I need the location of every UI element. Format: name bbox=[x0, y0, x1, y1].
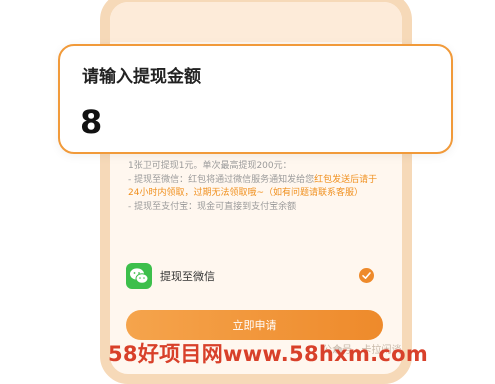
rule-line-2: - 提现至微信：红包将通过微信服务通知发给您红包发送后请于24小时内领取，过期无… bbox=[128, 174, 386, 201]
withdraw-rules: 1张卫可提现1元。单次最高提现200元： - 提现至微信：红包将通过微信服务通知… bbox=[128, 160, 386, 214]
watermark-site: 58好项目网www.58hxm.com bbox=[108, 342, 429, 366]
rule-line-2-text: - 提现至微信：红包将通过微信服务通知发给您 bbox=[128, 174, 315, 185]
amount-input-card: 请输入提现金额 bbox=[58, 44, 453, 154]
wechat-icon bbox=[126, 263, 152, 289]
check-icon[interactable] bbox=[359, 268, 374, 283]
withdraw-to-wechat-option[interactable]: 提现至微信 bbox=[124, 262, 380, 290]
apply-now-button[interactable]: 立即申请 bbox=[126, 310, 383, 340]
rule-line-3: - 提现至支付宝：现金可直接到支付宝余额 bbox=[128, 201, 297, 212]
phone-header-area bbox=[110, 2, 402, 42]
amount-input[interactable] bbox=[80, 102, 420, 142]
withdraw-option-label: 提现至微信 bbox=[160, 270, 215, 283]
rule-line-1: 1张卫可提现1元。单次最高提现200元： bbox=[128, 161, 292, 171]
amount-card-title: 请输入提现金额 bbox=[82, 67, 201, 87]
